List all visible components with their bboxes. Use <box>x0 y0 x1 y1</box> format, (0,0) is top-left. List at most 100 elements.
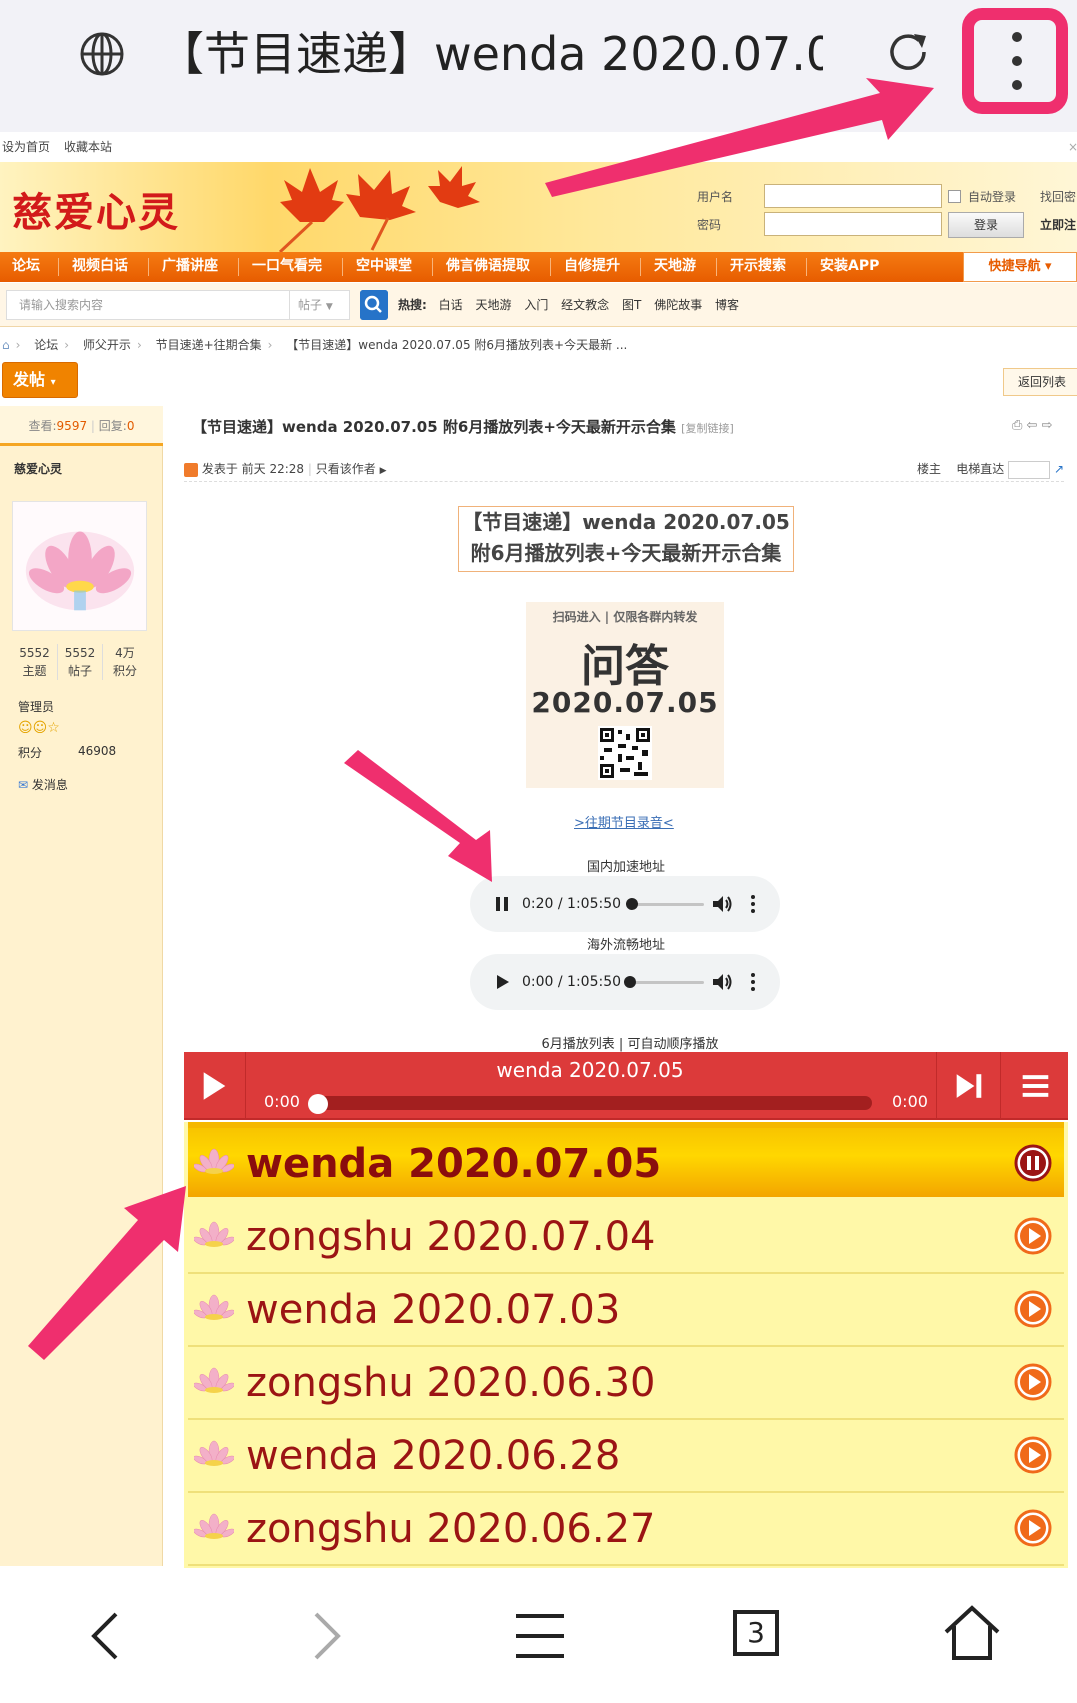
audio-seek-knob[interactable] <box>624 976 636 988</box>
more-options-icon[interactable] <box>750 894 756 914</box>
auto-login-checkbox[interactable] <box>948 190 961 203</box>
track-item[interactable]: wenda 2020.06.28 <box>188 1420 1064 1493</box>
progress-bar[interactable] <box>312 1096 872 1110</box>
username-input[interactable] <box>764 184 942 208</box>
find-password-link[interactable]: 找回密 <box>1040 188 1076 205</box>
volume-icon[interactable] <box>710 892 734 916</box>
breadcrumb-item[interactable]: 节目速递+往期合集 <box>156 338 262 352</box>
hot-word[interactable]: 佛陀故事 <box>654 298 702 312</box>
new-post-label: 发帖 <box>13 370 46 389</box>
menu-icon[interactable] <box>500 1596 580 1676</box>
qr-code-icon[interactable] <box>598 726 652 780</box>
prev-icon[interactable]: ⇦ <box>1027 418 1038 433</box>
nav-item-video[interactable]: 视频白话 <box>72 252 128 282</box>
track-item[interactable]: zongshu 2020.06.27 <box>188 1493 1064 1566</box>
progress-knob[interactable] <box>308 1094 328 1114</box>
hot-word[interactable]: 天地游 <box>475 298 511 312</box>
breadcrumb-item[interactable]: 论坛 <box>34 338 58 352</box>
quick-nav-button[interactable]: 快捷导航 ▾ <box>963 252 1077 282</box>
lotus-icon <box>194 1440 234 1466</box>
audio-time: 0:20 / 1:05:50 <box>522 896 622 912</box>
nav-item-install-app[interactable]: 安装APP <box>820 252 879 282</box>
elevator-input[interactable] <box>1008 460 1051 479</box>
page-title[interactable]: 【节目速递】wenda 2020.07.05 附 <box>158 22 823 86</box>
reload-icon[interactable] <box>884 28 932 76</box>
nav-item-quotes[interactable]: 佛言佛语提取 <box>446 252 530 282</box>
pause-icon[interactable] <box>490 892 514 916</box>
hot-word[interactable]: 图T <box>622 298 641 312</box>
play-icon[interactable] <box>1014 1509 1052 1547</box>
search-input[interactable]: 请输入搜索内容 <box>6 290 290 320</box>
nav-item-broadcast[interactable]: 广播讲座 <box>162 252 218 282</box>
play-icon[interactable] <box>1014 1217 1052 1255</box>
thread-title: 【节目速递】wenda 2020.07.05 附6月播放列表+今天最新开示合集 … <box>192 416 992 437</box>
breadcrumb-item[interactable]: 师父开示 <box>83 338 131 352</box>
play-icon[interactable] <box>184 1052 246 1120</box>
hot-search: 热搜: 白话 天地游 入门 经文教念 图T 佛陀故事 博客 <box>398 290 748 320</box>
next-track-icon[interactable] <box>936 1052 1000 1120</box>
home-icon[interactable]: ⌂ <box>2 338 10 352</box>
go-icon[interactable]: ↗ <box>1054 462 1064 476</box>
new-post-button[interactable]: 发帖 ▾ <box>2 362 78 398</box>
author-name[interactable]: 慈爱心灵 <box>14 460 62 477</box>
tabs-button[interactable]: 3 <box>716 1596 796 1676</box>
nav-item-selfstudy[interactable]: 自修提升 <box>564 252 620 282</box>
menu-dot <box>1012 32 1022 42</box>
track-name: zongshu 2020.06.27 <box>246 1506 656 1552</box>
forward-icon[interactable] <box>286 1596 366 1676</box>
hot-word[interactable]: 入门 <box>524 298 548 312</box>
back-icon[interactable] <box>66 1596 146 1676</box>
track-item[interactable]: wenda 2020.07.03 <box>188 1274 1064 1347</box>
search-icon[interactable] <box>360 290 388 320</box>
close-icon[interactable]: × <box>1068 132 1077 162</box>
hot-word[interactable]: 经文教念 <box>561 298 609 312</box>
hot-word[interactable]: 白话 <box>439 298 463 312</box>
print-icon[interactable]: ⎙ <box>1012 418 1022 433</box>
set-homepage-link[interactable]: 设为首页 <box>2 140 50 154</box>
play-icon[interactable] <box>490 970 514 994</box>
past-recordings-link[interactable]: >往期节目录音< <box>574 812 674 831</box>
hot-search-label: 热搜: <box>398 298 427 312</box>
credits-value: 46908 <box>78 744 117 758</box>
bookmark-site-link[interactable]: 收藏本站 <box>64 140 112 154</box>
play-icon[interactable] <box>1014 1363 1052 1401</box>
globe-icon[interactable] <box>78 30 126 78</box>
avatar[interactable] <box>12 501 147 631</box>
track-item[interactable]: zongshu 2020.07.04 <box>188 1201 1064 1274</box>
play-icon[interactable] <box>1014 1290 1052 1328</box>
playlist-menu-icon[interactable] <box>1000 1052 1068 1120</box>
password-input[interactable] <box>764 212 942 236</box>
nav-item-readall[interactable]: 一口气看完 <box>252 252 322 282</box>
audio-seek-track[interactable] <box>630 903 704 906</box>
only-author-link[interactable]: 只看该作者 <box>316 462 376 476</box>
send-message-link[interactable]: ✉ 发消息 <box>18 776 68 793</box>
volume-icon[interactable] <box>710 970 734 994</box>
return-list-button[interactable]: 返回列表 <box>1003 368 1077 396</box>
more-options-icon[interactable] <box>750 972 756 992</box>
login-button[interactable]: 登录 <box>948 212 1024 238</box>
play-icon[interactable] <box>1014 1436 1052 1474</box>
copy-link[interactable]: [复制链接] <box>681 422 734 435</box>
home-icon[interactable] <box>932 1596 1012 1676</box>
audio-seek-knob[interactable] <box>626 898 638 910</box>
thread-title-text: 【节目速递】wenda 2020.07.05 附6月播放列表+今天最新开示合集 <box>192 418 676 436</box>
menu-dot <box>1012 56 1022 66</box>
pause-icon[interactable] <box>1014 1144 1052 1182</box>
post-meta-right: 楼主 电梯直达 ↗ <box>917 460 1064 479</box>
nav-item-classroom[interactable]: 空中课堂 <box>356 252 412 282</box>
site-logo[interactable]: 慈爱心灵 <box>12 180 180 238</box>
track-item-active[interactable]: wenda 2020.07.05 <box>188 1122 1064 1197</box>
register-link[interactable]: 立即注 <box>1040 216 1076 233</box>
audio-seek-track[interactable] <box>630 981 704 984</box>
search-type-select[interactable]: 帖子 ▼ <box>290 290 350 320</box>
site-header: 慈爱心灵 用户名 密码 自动登录 登录 找回密 立即注 <box>0 162 1077 252</box>
nav-item-forum[interactable]: 论坛 <box>12 252 40 282</box>
track-item[interactable]: zongshu 2020.06.30 <box>188 1347 1064 1420</box>
stat-value: 5552 <box>19 646 50 660</box>
stat-label: 主题 <box>22 664 47 678</box>
hot-word[interactable]: 博客 <box>715 298 739 312</box>
nav-item-travel[interactable]: 天地游 <box>654 252 696 282</box>
next-icon[interactable]: ⇨ <box>1042 418 1053 433</box>
browser-menu-button[interactable] <box>962 8 1068 114</box>
nav-item-search[interactable]: 开示搜索 <box>730 252 786 282</box>
